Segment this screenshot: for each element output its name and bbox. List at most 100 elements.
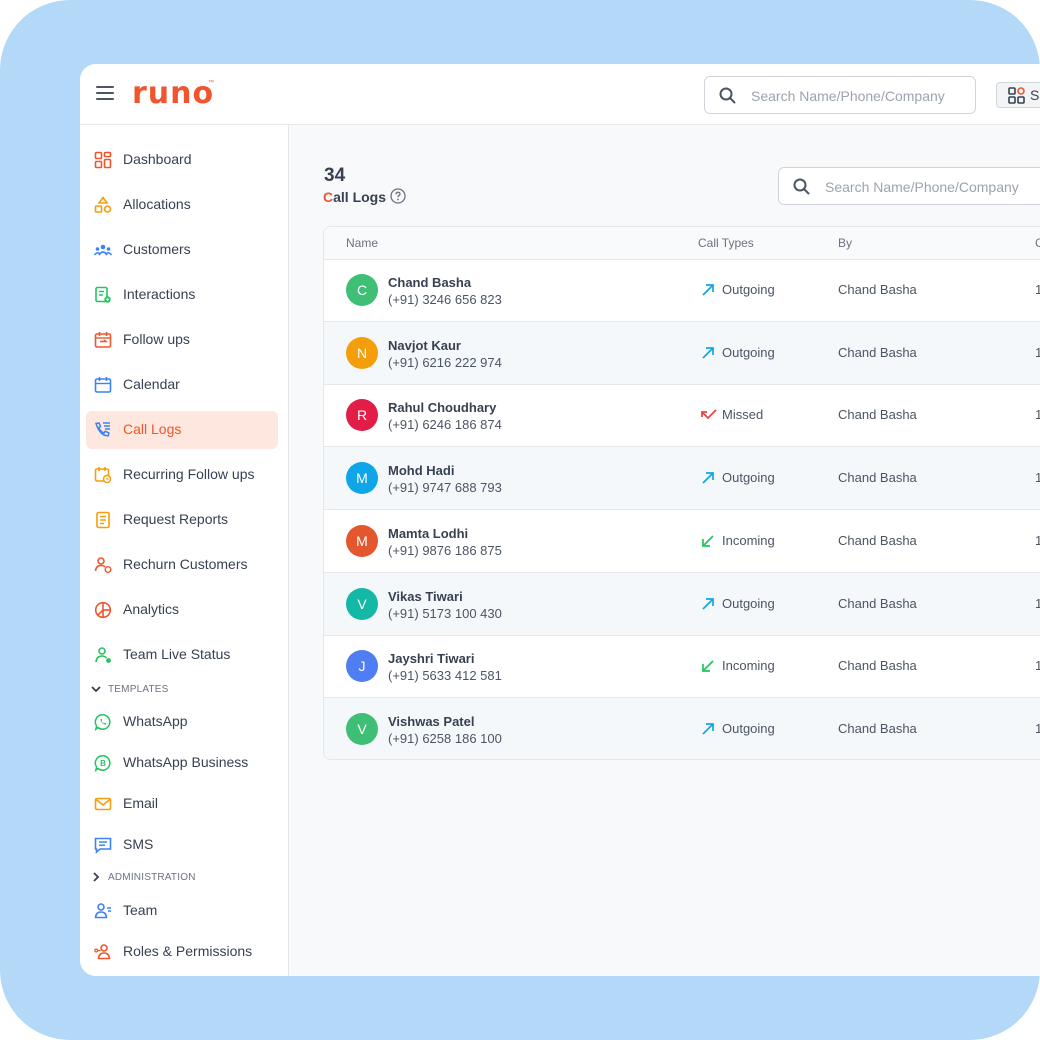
truncated-column-value: 1 <box>1035 658 1040 673</box>
sidebar-item-allocations[interactable]: Allocations <box>86 186 278 224</box>
top-header: runo ™ S <box>80 64 1040 125</box>
column-header-by[interactable]: By <box>838 236 852 250</box>
reports-icon <box>96 511 110 529</box>
call-type: Outgoing <box>722 595 775 611</box>
table-row[interactable]: V Vikas Tiwari (+91) 5173 100 430 Outgoing C… <box>324 572 1040 636</box>
sidebar-item-label: Team Live Status <box>123 646 231 662</box>
dashboard-icon <box>94 151 112 169</box>
sidebar-item-whatsapp[interactable]: WhatsApp <box>86 703 278 741</box>
sidebar-item-label: Rechurn Customers <box>123 556 248 572</box>
call-type: Incoming <box>722 658 775 674</box>
table-row[interactable]: M Mamta Lodhi (+91) 9876 186 875 Incoming Ch… <box>324 510 1040 573</box>
sidebar-item-call-logs[interactable]: Call Logs <box>86 411 278 449</box>
called-by: Chand Basha <box>838 407 917 423</box>
table-row[interactable]: C Chand Basha (+91) 3246 656 823 Outgoing Ch… <box>324 259 1040 322</box>
sidebar-item-email[interactable]: Email <box>86 785 278 823</box>
sidebar-item-label: Calendar <box>123 376 180 392</box>
column-header-name[interactable]: Name <box>346 236 378 250</box>
sidebar-item-label: Request Reports <box>123 511 229 527</box>
contact-phone: (+91) 3246 656 823 <box>388 292 502 307</box>
contact-phone: (+91) 5633 412 581 <box>388 668 502 684</box>
help-icon[interactable] <box>390 188 406 204</box>
called-by: Chand Basha <box>838 658 917 674</box>
templates-section-label: TEMPLATES <box>108 684 169 695</box>
avatar: R <box>346 399 378 432</box>
called-by: Chand Basha <box>838 282 917 297</box>
called-by: Chand Basha <box>838 470 917 486</box>
avatar: M <box>346 524 378 557</box>
contact-name[interactable]: Mohd Hadi <box>388 463 454 478</box>
runo-logo[interactable]: runo <box>132 76 214 111</box>
switch-button[interactable]: S <box>996 82 1040 108</box>
sidebar-item-dashboard[interactable]: Dashboard <box>86 141 278 179</box>
page-title-rest: all Logs <box>333 189 387 205</box>
sidebar-item-follow-ups[interactable]: Follow ups <box>86 321 278 359</box>
table-row[interactable]: V Vishwas Patel (+91) 6258 186 100 Outgoing… <box>324 697 1040 759</box>
sidebar-item-label: Follow ups <box>123 331 190 347</box>
outgoing-call-icon <box>700 345 716 366</box>
sidebar-item-request-reports[interactable]: Request Reports <box>86 501 278 539</box>
sidebar-item-team-live-status[interactable]: Team Live Status <box>86 636 278 674</box>
contact-name[interactable]: Mamta Lodhi <box>388 526 468 541</box>
call-logs-count: 34 <box>324 165 346 186</box>
sidebar-item-analytics[interactable]: Analytics <box>86 591 278 629</box>
sidebar-item-calendar[interactable]: Calendar <box>86 366 278 404</box>
column-header-truncated[interactable]: C <box>1035 236 1040 250</box>
call-log-search-input[interactable] <box>823 178 1040 196</box>
sms-icon <box>94 837 112 854</box>
sidebar-item-customers[interactable]: Customers <box>86 231 278 269</box>
calendar-icon <box>94 377 112 393</box>
contact-name[interactable]: Chand Basha <box>388 275 471 290</box>
called-by: Chand Basha <box>838 532 917 548</box>
whatsapp-business-icon: B <box>94 755 111 772</box>
contact-name[interactable]: Jayshri Tiwari <box>388 651 474 666</box>
table-row[interactable]: R Rahul Choudhary (+91) 6246 186 874 Missed… <box>324 384 1040 448</box>
outgoing-call-icon <box>700 282 716 303</box>
outgoing-call-icon <box>700 596 716 617</box>
analytics-icon <box>94 601 112 619</box>
table-row[interactable]: M Mohd Hadi (+91) 9747 688 793 Outgoing Chan… <box>324 447 1040 511</box>
sidebar-item-recurring-follow-ups[interactable]: Recurring Follow ups <box>86 456 278 494</box>
table-header: Name Call Types By C <box>324 227 1040 260</box>
sidebar-item-team[interactable]: Team <box>86 892 278 930</box>
sidebar-item-rechurn-customers[interactable]: Rechurn Customers <box>86 546 278 584</box>
called-by: Chand Basha <box>838 344 917 360</box>
sidebar-item-interactions[interactable]: Interactions <box>86 276 278 314</box>
sidebar-item-sms[interactable]: SMS <box>86 826 278 864</box>
page-title: Call Logs <box>323 189 386 205</box>
allocations-icon <box>94 196 112 213</box>
contact-phone: (+91) 9876 186 875 <box>388 542 502 558</box>
avatar: N <box>346 336 378 369</box>
truncated-column-value: 1 <box>1035 596 1040 611</box>
search-icon <box>793 178 810 195</box>
main-content: 34 Call Logs Name Call Types By C C Chand… <box>289 125 1040 976</box>
call-log-search-box[interactable] <box>778 167 1040 205</box>
customers-icon <box>94 244 112 256</box>
contact-name[interactable]: Vishwas Patel <box>388 714 474 729</box>
truncated-column-value: 1 <box>1035 533 1040 548</box>
roles-icon <box>94 944 111 960</box>
call-type: Outgoing <box>722 720 775 736</box>
hamburger-menu-icon[interactable] <box>96 86 114 100</box>
contact-phone: (+91) 9747 688 793 <box>388 480 502 496</box>
contact-phone: (+91) 6216 222 974 <box>388 354 502 370</box>
sidebar-item-label: Recurring Follow ups <box>123 466 255 482</box>
table-row[interactable]: N Navjot Kaur (+91) 6216 222 974 Outgoing Ch… <box>324 321 1040 385</box>
team-icon <box>94 903 111 919</box>
table-row[interactable]: J Jayshri Tiwari (+91) 5633 412 581 Incomin… <box>324 635 1040 699</box>
contact-name[interactable]: Rahul Choudhary <box>388 400 496 415</box>
sidebar-item-whatsapp-business[interactable]: B WhatsApp Business <box>86 744 278 782</box>
contact-phone: (+91) 6258 186 100 <box>388 730 502 746</box>
global-search-box[interactable] <box>704 76 976 114</box>
sidebar-item-label: Customers <box>123 241 191 257</box>
column-header-call-types[interactable]: Call Types <box>698 236 754 250</box>
follow-ups-icon <box>94 332 112 348</box>
interactions-icon <box>95 286 111 303</box>
contact-name[interactable]: Navjot Kaur <box>388 338 461 353</box>
truncated-column-value: 1 <box>1035 282 1040 297</box>
sidebar-item-roles-permissions[interactable]: Roles & Permissions <box>86 933 278 971</box>
global-search-input[interactable] <box>749 87 973 105</box>
contact-name[interactable]: Vikas Tiwari <box>388 589 463 604</box>
call-type: Outgoing <box>722 470 775 486</box>
truncated-column-value: 1 <box>1035 407 1040 422</box>
